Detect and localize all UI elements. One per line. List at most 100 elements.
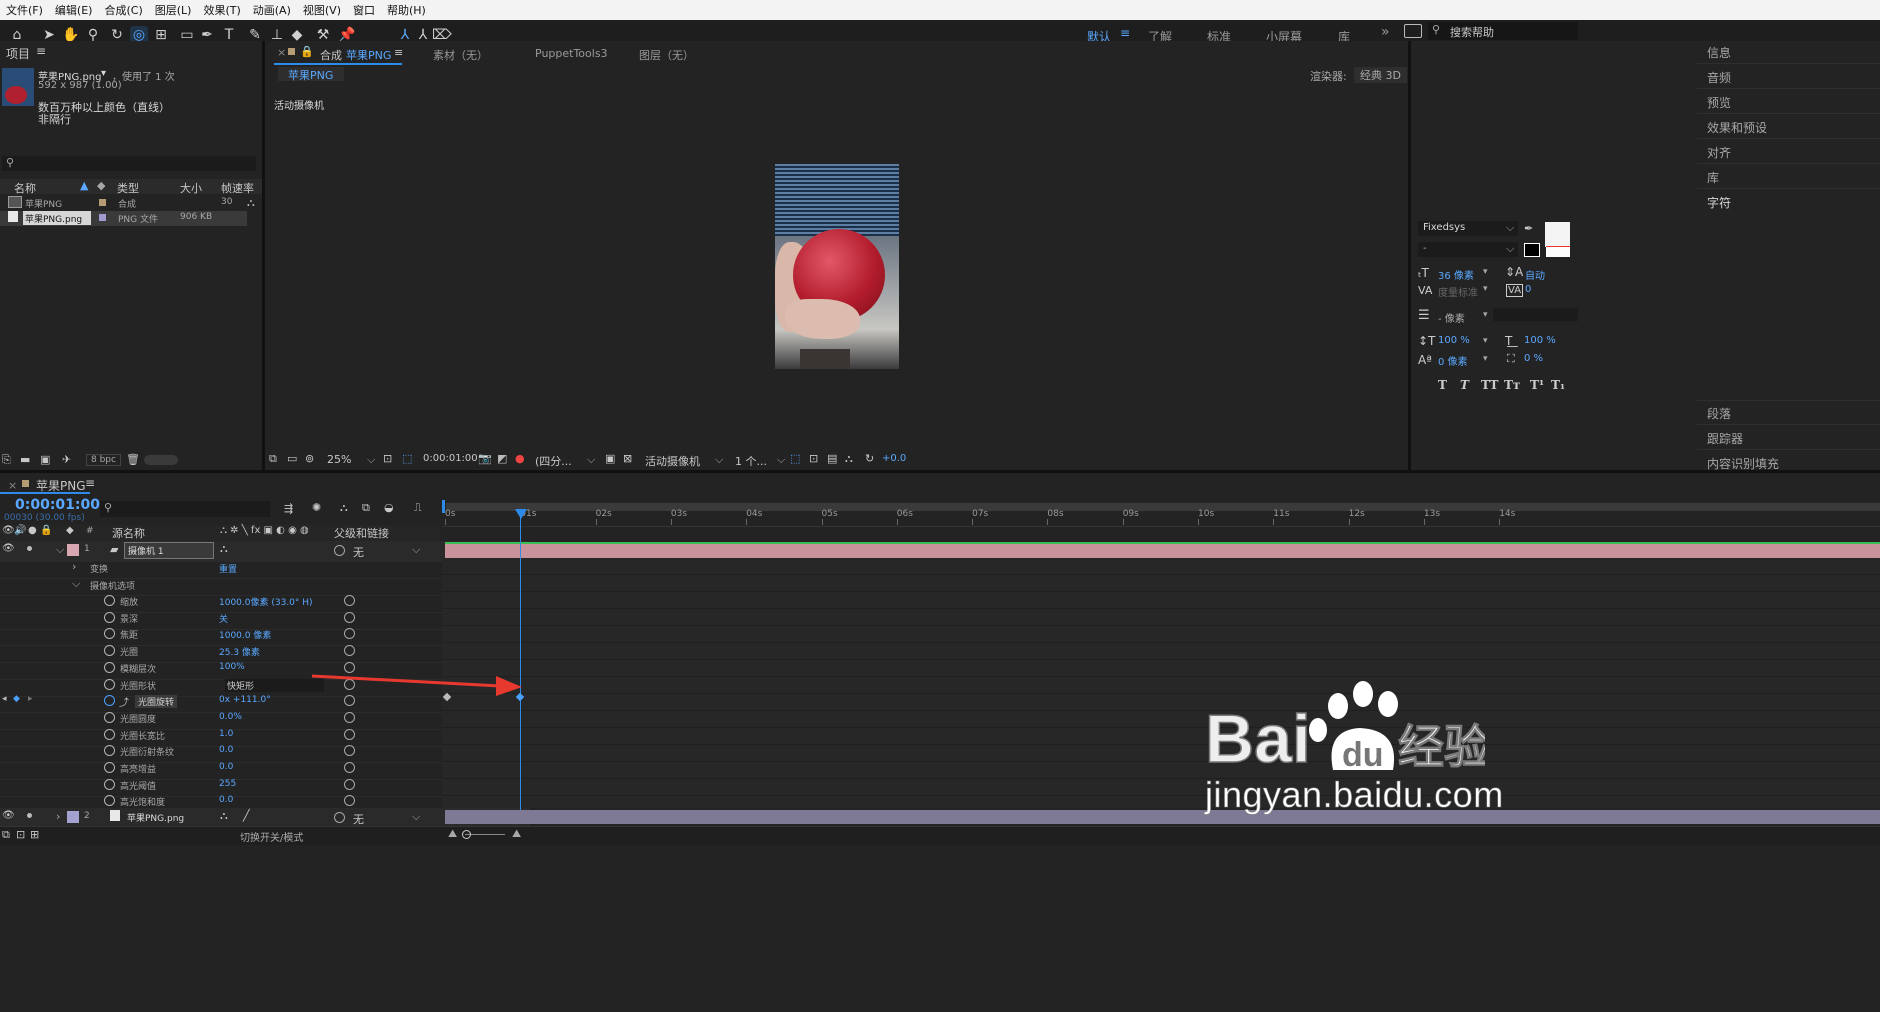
- panel-menu-icon[interactable]: ≡: [394, 46, 403, 59]
- menu-help[interactable]: 帮助(H): [381, 2, 432, 18]
- col-source-name[interactable]: 源名称: [112, 525, 145, 541]
- toggle-pixel-icon[interactable]: ⬚: [790, 452, 800, 465]
- property-value[interactable]: 0.0%: [219, 712, 242, 722]
- panel-info[interactable]: 信息: [1707, 44, 1731, 61]
- expression-pickwhip-icon[interactable]: [344, 611, 355, 623]
- tsume-value[interactable]: 0 %: [1524, 353, 1543, 364]
- bpc-button[interactable]: 8 bpc: [86, 454, 121, 466]
- eye-icon[interactable]: 👁: [2, 810, 15, 821]
- in-out-icon[interactable]: ⊞: [30, 828, 39, 841]
- pickwhip-icon[interactable]: [334, 545, 345, 556]
- menu-animation[interactable]: 动画(A): [247, 2, 297, 18]
- reset-exposure-icon[interactable]: ↻: [865, 452, 874, 465]
- solo-dot[interactable]: [27, 546, 32, 551]
- expression-pickwhip-icon[interactable]: [344, 645, 355, 657]
- 3d-draft-icon[interactable]: ⊡: [809, 452, 818, 465]
- menu-composition[interactable]: 合成(C): [98, 2, 148, 18]
- sync-icon[interactable]: [1404, 24, 1422, 38]
- prev-keyframe-icon[interactable]: ◂: [2, 694, 7, 704]
- viewer-image[interactable]: [775, 164, 899, 369]
- timeline-icon[interactable]: ▤: [827, 452, 837, 465]
- close-icon[interactable]: ×: [8, 479, 17, 492]
- stopwatch-icon[interactable]: [104, 695, 115, 707]
- stroke-swatch[interactable]: [1524, 243, 1540, 257]
- add-keyframe-icon[interactable]: ◆: [13, 694, 20, 704]
- motion-blur-icon[interactable]: ◒: [384, 501, 394, 514]
- subscript-button[interactable]: T₁: [1551, 378, 1565, 392]
- panel-preview[interactable]: 预览: [1707, 94, 1731, 111]
- expression-pickwhip-icon[interactable]: [344, 711, 355, 723]
- all-caps-button[interactable]: TT: [1481, 378, 1498, 392]
- monitor-icon[interactable]: ▭: [287, 452, 297, 465]
- transfer-controls-icon[interactable]: ⊡: [16, 828, 25, 841]
- flowchart-icon[interactable]: ⛬: [845, 452, 853, 466]
- project-row[interactable]: 苹果PNG 合成 30 ⛬: [0, 196, 262, 211]
- property-value[interactable]: 0x +111.0°: [219, 695, 271, 705]
- layer1-duration-bar[interactable]: [445, 542, 1880, 558]
- project-search-input[interactable]: ⚲: [2, 156, 256, 171]
- panel-align[interactable]: 对齐: [1707, 144, 1731, 161]
- frame-blending-icon[interactable]: ⧉: [362, 501, 370, 515]
- parent-dropdown[interactable]: 无: [353, 811, 364, 827]
- faux-bold-button[interactable]: T: [1438, 378, 1447, 392]
- eye-icon[interactable]: 👁: [2, 543, 15, 554]
- timeline-search-input[interactable]: ⚲: [100, 501, 270, 517]
- tab-footage[interactable]: 素材（无）: [433, 47, 488, 63]
- current-time[interactable]: 0:00:01:00: [15, 497, 100, 513]
- menu-window[interactable]: 窗口: [347, 2, 381, 18]
- comp-subtab[interactable]: 苹果PNG: [278, 67, 344, 82]
- col-name[interactable]: 名称: [14, 180, 36, 196]
- zoom-slider[interactable]: [144, 455, 178, 465]
- comp-mini-flowchart-icon[interactable]: ⇶: [284, 502, 293, 515]
- quality-icon[interactable]: ╱: [243, 809, 250, 822]
- panel-menu-icon[interactable]: ≡: [36, 44, 46, 58]
- panel-audio[interactable]: 音频: [1707, 69, 1731, 86]
- no-stroke-swatch[interactable]: [1546, 246, 1570, 257]
- tracking-value[interactable]: 0: [1525, 284, 1531, 295]
- pickwhip-icon[interactable]: [334, 812, 345, 823]
- stopwatch-icon[interactable]: [104, 611, 115, 623]
- layer2-duration-bar[interactable]: [445, 810, 1880, 824]
- panel-paragraph[interactable]: 段落: [1707, 405, 1731, 422]
- property-value[interactable]: 25.3 像素: [219, 645, 260, 658]
- project-row-selected[interactable]: 苹果PNG.png PNG 文件 906 KB: [0, 211, 247, 226]
- graph-icon[interactable]: ⤴: [119, 694, 129, 709]
- expression-pickwhip-icon[interactable]: [344, 778, 355, 790]
- show-snapshot-icon[interactable]: ◩: [497, 452, 507, 465]
- always-preview-icon[interactable]: ⧉: [269, 452, 277, 466]
- label-color[interactable]: [67, 811, 79, 823]
- expression-pickwhip-icon[interactable]: [344, 745, 355, 757]
- horizontal-scale-value[interactable]: 100 %: [1524, 335, 1556, 346]
- playhead[interactable]: [520, 510, 521, 810]
- shy-icon[interactable]: ⛬: [220, 542, 228, 556]
- stroke-width-value[interactable]: - 像素: [1438, 310, 1465, 325]
- menu-layer[interactable]: 图层(L): [149, 2, 198, 18]
- views-dropdown[interactable]: 1 个...: [735, 453, 767, 469]
- eyedropper-icon[interactable]: ✒: [1524, 222, 1533, 235]
- fill-color-swatch[interactable]: [1545, 222, 1570, 247]
- chevron-down-icon[interactable]: ⌵: [72, 577, 80, 591]
- stopwatch-icon[interactable]: [104, 745, 115, 757]
- stopwatch-icon[interactable]: [104, 595, 115, 606]
- solo-dot[interactable]: [27, 813, 32, 818]
- expression-pickwhip-icon[interactable]: [344, 628, 355, 640]
- view-dropdown[interactable]: 活动摄像机: [645, 453, 700, 469]
- font-style-dropdown[interactable]: - ⌵: [1418, 242, 1518, 257]
- stopwatch-icon[interactable]: [104, 762, 115, 773]
- kerning-value[interactable]: 度量标准: [1438, 284, 1478, 299]
- zoom-slider-thumb[interactable]: [462, 830, 471, 839]
- transform-reset[interactable]: 重置: [219, 562, 237, 575]
- leading-value[interactable]: 自动: [1525, 267, 1545, 282]
- panel-library[interactable]: 库: [1707, 169, 1719, 186]
- shy-layers-icon[interactable]: ⛬: [340, 501, 348, 515]
- viewer-timecode[interactable]: 0:00:01:00: [423, 453, 478, 464]
- draft-3d-icon[interactable]: ✺: [312, 501, 321, 514]
- property-value[interactable]: 1.0: [219, 729, 233, 739]
- snapshot-icon[interactable]: 📷: [478, 452, 492, 465]
- col-parent-link[interactable]: 父级和链接: [334, 525, 389, 541]
- new-comp-icon[interactable]: ▣: [40, 453, 50, 466]
- layer-switches-icon[interactable]: ⧉: [2, 828, 10, 842]
- panel-menu-icon[interactable]: ≡: [85, 476, 95, 490]
- property-value[interactable]: 100%: [219, 662, 245, 672]
- graph-editor-icon[interactable]: ⎍: [414, 501, 422, 515]
